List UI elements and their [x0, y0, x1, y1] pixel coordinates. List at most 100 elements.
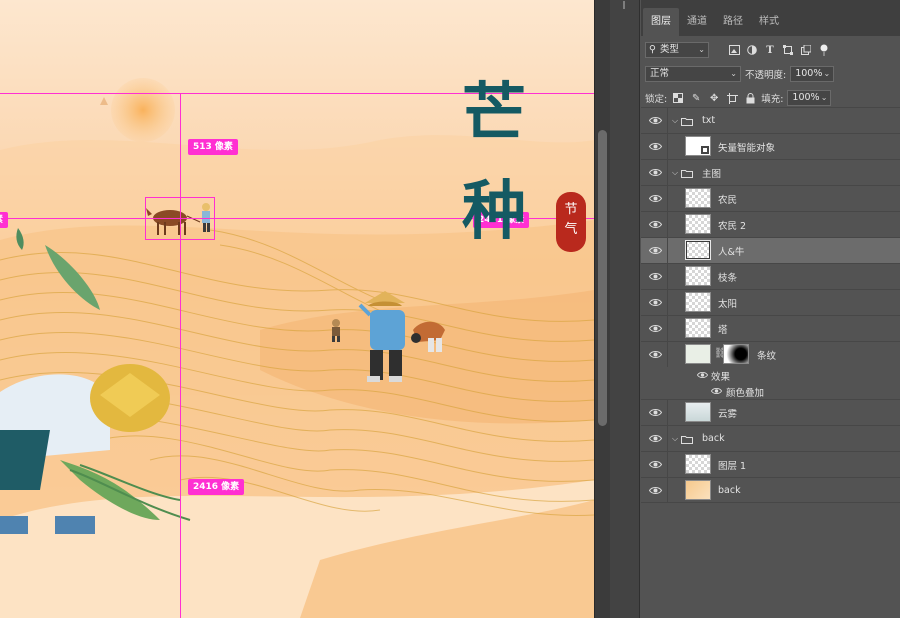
tab-layers[interactable]: 图层	[643, 8, 679, 36]
chevron-down-icon[interactable]: ⌵	[672, 434, 678, 444]
filter-toggle-icon[interactable]	[817, 43, 831, 57]
type-filter-icon[interactable]: T	[763, 43, 777, 57]
layer-name[interactable]: 农民	[718, 192, 737, 206]
grip-icon[interactable]: ‖	[622, 0, 626, 9]
lock-position-icon[interactable]: ✥	[707, 91, 721, 105]
visibility-eye-icon[interactable]	[649, 142, 662, 151]
adjustment-filter-icon[interactable]	[745, 43, 759, 57]
layers-panel: 图层 通道 路径 样式 ⚲ 类型 ⌄ T 正常 ⌄ 不透明度: 100% ⌄ 锁…	[641, 0, 900, 618]
filter-kind-value: 类型	[660, 44, 680, 55]
layer-thumbnail	[685, 136, 711, 156]
chevron-down-icon: ⌄	[698, 45, 705, 54]
visibility-eye-icon[interactable]	[649, 486, 662, 495]
layer-sun[interactable]: 太阳	[641, 289, 900, 315]
tab-channels[interactable]: 通道	[679, 8, 715, 36]
layer-thumbnail	[685, 266, 711, 286]
lock-artboard-icon[interactable]	[725, 91, 739, 105]
layer-mist[interactable]: 云雾	[641, 399, 900, 425]
visibility-eye-icon[interactable]	[711, 387, 722, 395]
visibility-eye-icon[interactable]	[697, 371, 708, 379]
blend-row: 正常 ⌄ 不透明度: 100% ⌄	[641, 62, 900, 86]
visibility-eye-icon[interactable]	[649, 408, 662, 417]
layer-tower[interactable]: 塔	[641, 315, 900, 341]
layer-farmer[interactable]: 农民	[641, 185, 900, 211]
layer-name[interactable]: 农民 2	[718, 218, 746, 232]
layer-name[interactable]: 太阳	[718, 296, 737, 310]
folder-icon	[681, 436, 693, 444]
layer-bounding-box[interactable]	[145, 197, 215, 240]
layer-thumbnail	[685, 402, 711, 422]
lock-label: 锁定:	[645, 94, 668, 105]
layer-name[interactable]: 主图	[702, 166, 721, 180]
measure-label-bottom: 2416 像素	[188, 479, 245, 495]
pixel-filter-icon[interactable]	[727, 43, 741, 57]
visibility-eye-icon[interactable]	[649, 298, 662, 307]
layer-effects-row[interactable]: 效果	[641, 367, 900, 383]
visibility-eye-icon[interactable]	[649, 350, 662, 359]
visibility-eye-icon[interactable]	[649, 460, 662, 469]
layer-thumbnail	[685, 292, 711, 312]
guide-line-vertical[interactable]	[180, 93, 181, 618]
color-overlay-label: 颜色叠加	[726, 388, 765, 399]
canvas-scrollbar[interactable]	[594, 0, 610, 618]
layer-name[interactable]: 塔	[718, 322, 728, 336]
layer-name[interactable]: 云雾	[718, 406, 737, 420]
layer-name[interactable]: 人&牛	[718, 244, 744, 258]
layer-name[interactable]: txt	[702, 115, 715, 126]
layer-name[interactable]: back	[702, 433, 725, 444]
filter-kind-select[interactable]: ⚲ 类型 ⌄	[645, 42, 709, 58]
color-overlay-effect-row[interactable]: 颜色叠加	[641, 383, 900, 399]
chevron-down-icon: ⌄	[730, 69, 737, 78]
chevron-down-icon[interactable]: ⌵	[672, 116, 678, 126]
scrollbar-thumb[interactable]	[598, 130, 607, 426]
fill-field[interactable]: 100% ⌄	[787, 90, 832, 106]
layer-name[interactable]: 条纹	[757, 348, 776, 362]
lock-all-icon[interactable]	[743, 91, 757, 105]
visibility-eye-icon[interactable]	[649, 272, 662, 281]
visibility-eye-icon[interactable]	[649, 246, 662, 255]
chevron-down-icon[interactable]: ⌵	[672, 168, 678, 178]
layer-name[interactable]: 图层 1	[718, 458, 746, 472]
tab-paths[interactable]: 路径	[715, 8, 751, 36]
title-char-1: 芒	[462, 76, 526, 151]
layer-man-and-ox[interactable]: 人&牛	[641, 237, 900, 263]
document-canvas[interactable]: 513 像素 2451 像素 2416 像素 像素 芒 种 节 气	[0, 0, 594, 618]
folder-icon	[681, 118, 693, 126]
layer-group-main[interactable]: ⌵ 主图	[641, 159, 900, 185]
seal-char-2: 气	[564, 222, 578, 237]
layer-thumbnail	[685, 240, 711, 260]
blend-mode-select[interactable]: 正常 ⌄	[645, 66, 741, 82]
smart-object-filter-icon[interactable]	[799, 43, 813, 57]
visibility-eye-icon[interactable]	[649, 194, 662, 203]
layer-name[interactable]: 矢量智能对象	[718, 140, 775, 154]
layer-thumbnail	[685, 318, 711, 338]
layer-smart-object[interactable]: 矢量智能对象	[641, 133, 900, 159]
layer-branches[interactable]: 枝条	[641, 263, 900, 289]
search-icon: ⚲	[649, 44, 656, 55]
layer-thumbnail	[685, 480, 711, 500]
layer-name[interactable]: back	[718, 485, 741, 496]
visibility-eye-icon[interactable]	[649, 324, 662, 333]
layer-name[interactable]: 枝条	[718, 270, 737, 284]
fill-label: 填充:	[761, 94, 784, 105]
visibility-eye-icon[interactable]	[649, 434, 662, 443]
layer-group-back[interactable]: ⌵ back	[641, 425, 900, 451]
opacity-field[interactable]: 100% ⌄	[790, 66, 835, 82]
chevron-down-icon: ⌄	[820, 93, 828, 102]
layer-back[interactable]: back	[641, 477, 900, 503]
layer-list[interactable]: ⌵ txt 矢量智能对象 ⌵ 主图 农民 农民 2 人&牛 枝条 太阳 塔 ⛓ …	[641, 107, 900, 503]
title-char-2: 种	[462, 174, 526, 249]
visibility-eye-icon[interactable]	[649, 220, 662, 229]
visibility-eye-icon[interactable]	[649, 168, 662, 177]
tab-styles[interactable]: 样式	[751, 8, 787, 36]
layer-thumbnail	[685, 188, 711, 208]
lock-transparency-icon[interactable]	[671, 91, 685, 105]
visibility-eye-icon[interactable]	[649, 116, 662, 125]
layer-farmer-2[interactable]: 农民 2	[641, 211, 900, 237]
shape-filter-icon[interactable]	[781, 43, 795, 57]
layer-group-txt[interactable]: ⌵ txt	[641, 107, 900, 133]
layer-mask-thumbnail[interactable]	[723, 344, 749, 364]
layer-stripes[interactable]: ⛓ 条纹	[641, 341, 900, 367]
lock-pixels-icon[interactable]: ✎	[689, 91, 703, 105]
layer-1[interactable]: 图层 1	[641, 451, 900, 477]
